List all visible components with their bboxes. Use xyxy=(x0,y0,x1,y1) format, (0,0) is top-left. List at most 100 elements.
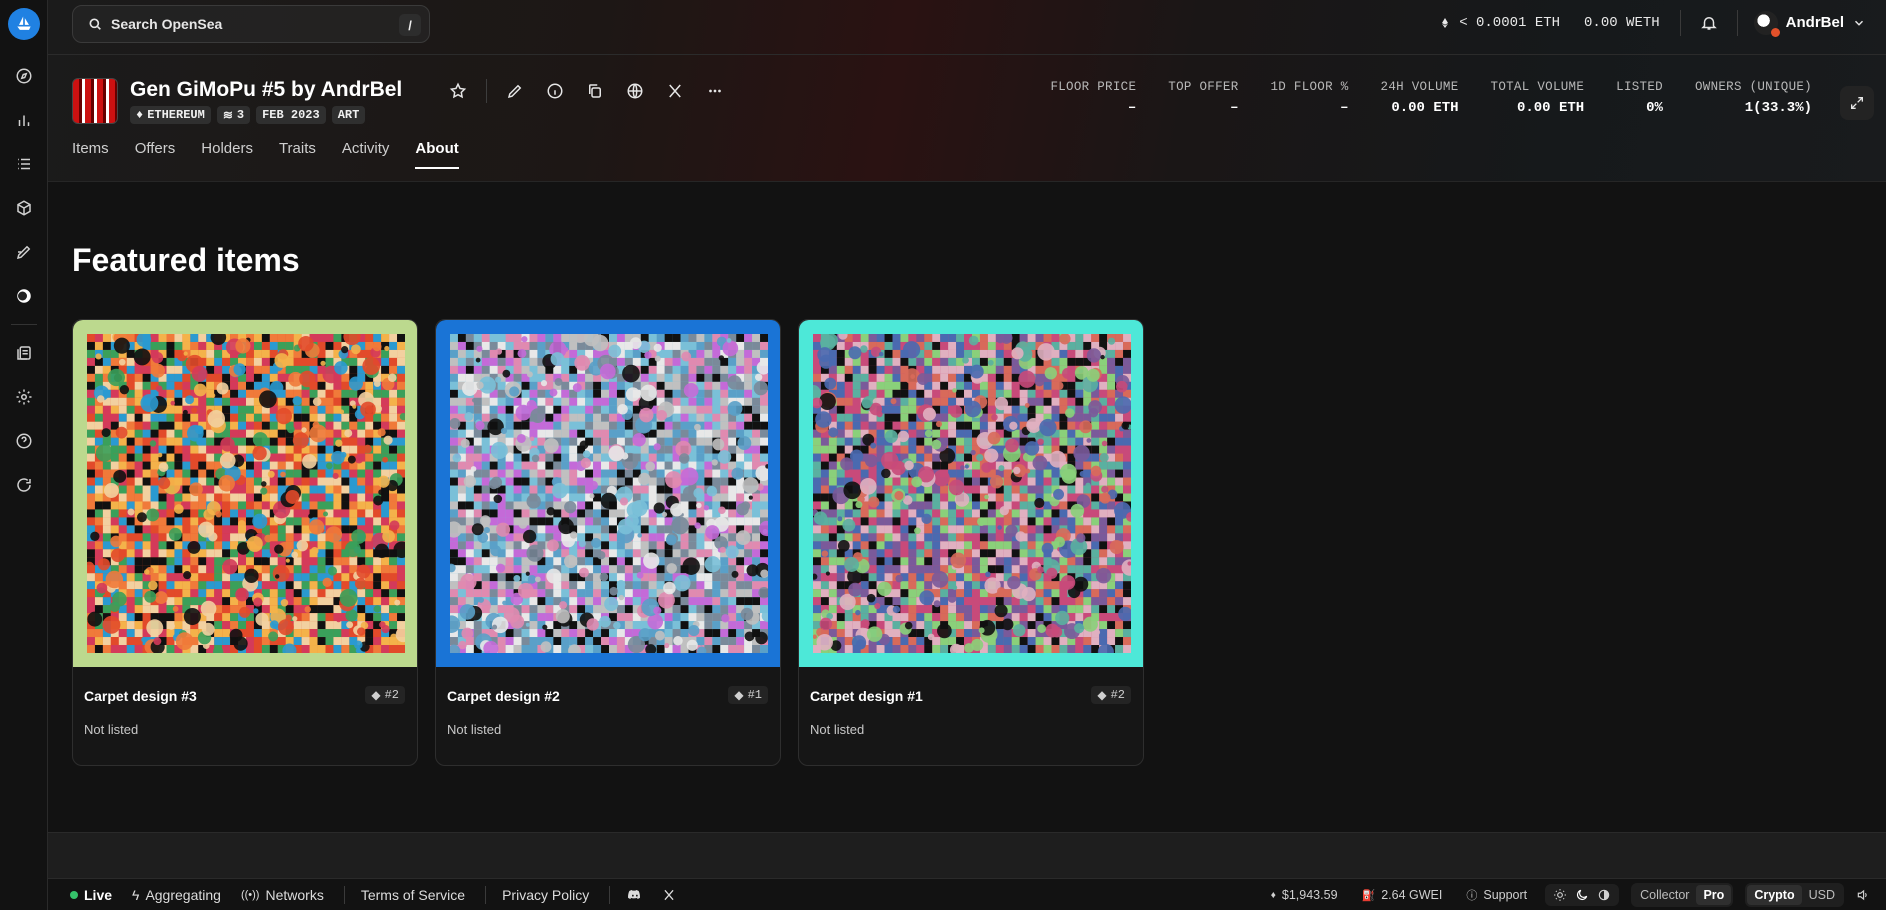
nft-card[interactable]: Carpet design #3 ◆ #2 Not listed xyxy=(72,319,418,766)
more-button[interactable] xyxy=(695,78,735,104)
footer-right: ♦ $1,943.59 ⛽ 2.64 GWEI ⓘ Support Collector… xyxy=(1259,879,1876,910)
bell-icon xyxy=(1700,16,1717,30)
tab-holders[interactable]: Holders xyxy=(201,140,253,169)
nft-name: Carpet design #2 xyxy=(447,688,560,704)
settings-gear-icon[interactable] xyxy=(2,375,46,419)
contrast-icon[interactable] xyxy=(1597,888,1611,902)
networks-button[interactable]: ((•)) Networks xyxy=(241,887,324,903)
collection-title: Gen GiMoPu #5 by AndrBel xyxy=(130,78,403,101)
copy-button[interactable] xyxy=(575,78,615,104)
star-icon xyxy=(449,82,467,99)
category-chip[interactable]: ART xyxy=(331,106,366,124)
profile-avatar-icon[interactable] xyxy=(2,274,46,318)
discover-icon[interactable] xyxy=(2,54,46,98)
edit-button[interactable] xyxy=(495,78,535,104)
mode-toggle: Collector Pro xyxy=(1631,883,1734,907)
privacy-link[interactable]: Privacy Policy xyxy=(502,887,589,903)
gas-pump-icon: ⛽ xyxy=(1361,889,1376,902)
nft-card-body: Carpet design #2 ◆ #1 Not listed xyxy=(436,667,780,765)
aggregating-button[interactable]: ϟ Aggregating xyxy=(132,887,221,903)
x-link-button[interactable] xyxy=(655,78,695,104)
user-menu-button[interactable]: AndrBel xyxy=(1746,10,1866,37)
currency-toggle: Crypto USD xyxy=(1745,883,1844,907)
stat-value: 1(33.3%) xyxy=(1744,100,1812,116)
topbar: / < 0.0001 ETH 0.00 WETH AndrBel xyxy=(48,0,1886,55)
stat-24h-volume: 24H VOLUME 0.00 ETH xyxy=(1381,80,1459,116)
support-link[interactable]: ⓘ Support xyxy=(1454,887,1539,903)
notifications-button[interactable] xyxy=(1689,3,1729,43)
help-icon: ⓘ xyxy=(1466,890,1478,902)
sidebar-divider xyxy=(10,324,37,325)
stat-owners: OWNERS (UNIQUE) 1(33.3%) xyxy=(1695,80,1812,116)
help-icon[interactable] xyxy=(2,419,46,463)
stats-icon[interactable] xyxy=(2,98,46,142)
tab-activity[interactable]: Activity xyxy=(342,140,390,169)
moon-icon[interactable] xyxy=(1575,888,1589,902)
stat-value: – xyxy=(1340,100,1349,116)
weth-balance[interactable]: 0.00 WETH xyxy=(1572,15,1672,31)
cube-icon[interactable] xyxy=(2,186,46,230)
sound-toggle[interactable] xyxy=(1850,888,1876,902)
create-icon[interactable] xyxy=(2,230,46,274)
stat-value: 0% xyxy=(1646,100,1663,116)
tab-traits[interactable]: Traits xyxy=(279,140,316,169)
chevron-down-icon xyxy=(1854,20,1864,26)
diamond-icon: ◆ xyxy=(1097,688,1107,703)
stat-value: 0.00 ETH xyxy=(1391,100,1459,116)
collection-tabs: Items Offers Holders Traits Activity Abo… xyxy=(72,140,459,169)
eth-balance[interactable]: < 0.0001 ETH xyxy=(1427,15,1572,31)
website-button[interactable] xyxy=(615,78,655,104)
stat-label: TOP OFFER xyxy=(1168,80,1239,94)
rarity-rank-badge: ◆ #2 xyxy=(1091,686,1131,704)
tab-offers[interactable]: Offers xyxy=(135,140,176,169)
nft-card[interactable]: Carpet design #1 ◆ #2 Not listed xyxy=(798,319,1144,766)
items-count: 3 xyxy=(236,108,245,122)
stat-label: TOTAL VOLUME xyxy=(1490,80,1585,94)
live-indicator[interactable]: Live xyxy=(70,887,112,903)
collection-stats: FLOOR PRICE – TOP OFFER – 1D FLOOR % – 24H … xyxy=(1050,80,1812,116)
nft-card[interactable]: Carpet design #2 ◆ #1 Not listed xyxy=(435,319,781,766)
x-footer-link[interactable] xyxy=(662,888,676,902)
listing-status: Not listed xyxy=(810,722,865,737)
networks-label: Networks xyxy=(265,886,324,903)
tab-items[interactable]: Items xyxy=(72,140,109,169)
docs-icon[interactable] xyxy=(2,331,46,375)
listing-status: Not listed xyxy=(84,722,139,737)
stat-value: 0.00 ETH xyxy=(1516,100,1585,116)
list-icon[interactable] xyxy=(2,142,46,186)
opensea-logo[interactable] xyxy=(7,8,40,40)
currency-crypto[interactable]: Crypto xyxy=(1747,885,1802,905)
favorite-button[interactable] xyxy=(438,78,478,104)
nft-card-image-frame xyxy=(436,320,780,667)
created-date-chip: FEB 2023 xyxy=(256,106,326,124)
mode-collector[interactable]: Collector xyxy=(1633,885,1696,905)
terms-link[interactable]: Terms of Service xyxy=(361,887,465,903)
search-input[interactable] xyxy=(111,16,391,32)
stat-label: FLOOR PRICE xyxy=(1050,80,1137,94)
refresh-icon[interactable] xyxy=(2,463,46,507)
mode-pro[interactable]: Pro xyxy=(1696,885,1732,905)
chain-label: ETHEREUM xyxy=(147,108,205,122)
gas-price: ⛽ 2.64 GWEI xyxy=(1350,888,1455,902)
nft-card-image-frame xyxy=(799,320,1143,667)
featured-items-title: Featured items xyxy=(72,242,300,278)
info-button[interactable] xyxy=(535,78,575,104)
diamond-icon: ◆ xyxy=(371,688,381,703)
discord-link[interactable] xyxy=(626,887,642,903)
footer-divider xyxy=(485,885,487,904)
rarity-rank-badge: ◆ #2 xyxy=(365,686,405,704)
theme-switcher xyxy=(1545,884,1620,906)
tab-about[interactable]: About xyxy=(415,140,459,169)
items-count-chip: ≋ 3 xyxy=(216,106,251,124)
status-footer: Live ϟ Aggregating ((•)) Networks Terms of… xyxy=(48,878,1886,910)
currency-usd[interactable]: USD xyxy=(1802,885,1842,905)
boat-icon xyxy=(16,16,31,30)
search-bar[interactable]: / xyxy=(72,5,430,43)
sun-icon[interactable] xyxy=(1553,888,1567,902)
ethereum-icon: ♦ xyxy=(1270,889,1276,901)
search-icon xyxy=(89,18,101,30)
discord-icon xyxy=(628,889,641,899)
about-content: Featured items Carpet design #3 ◆ #2 Not … xyxy=(48,182,1886,832)
expand-button[interactable] xyxy=(1840,86,1874,120)
support-label: Support xyxy=(1483,888,1528,902)
